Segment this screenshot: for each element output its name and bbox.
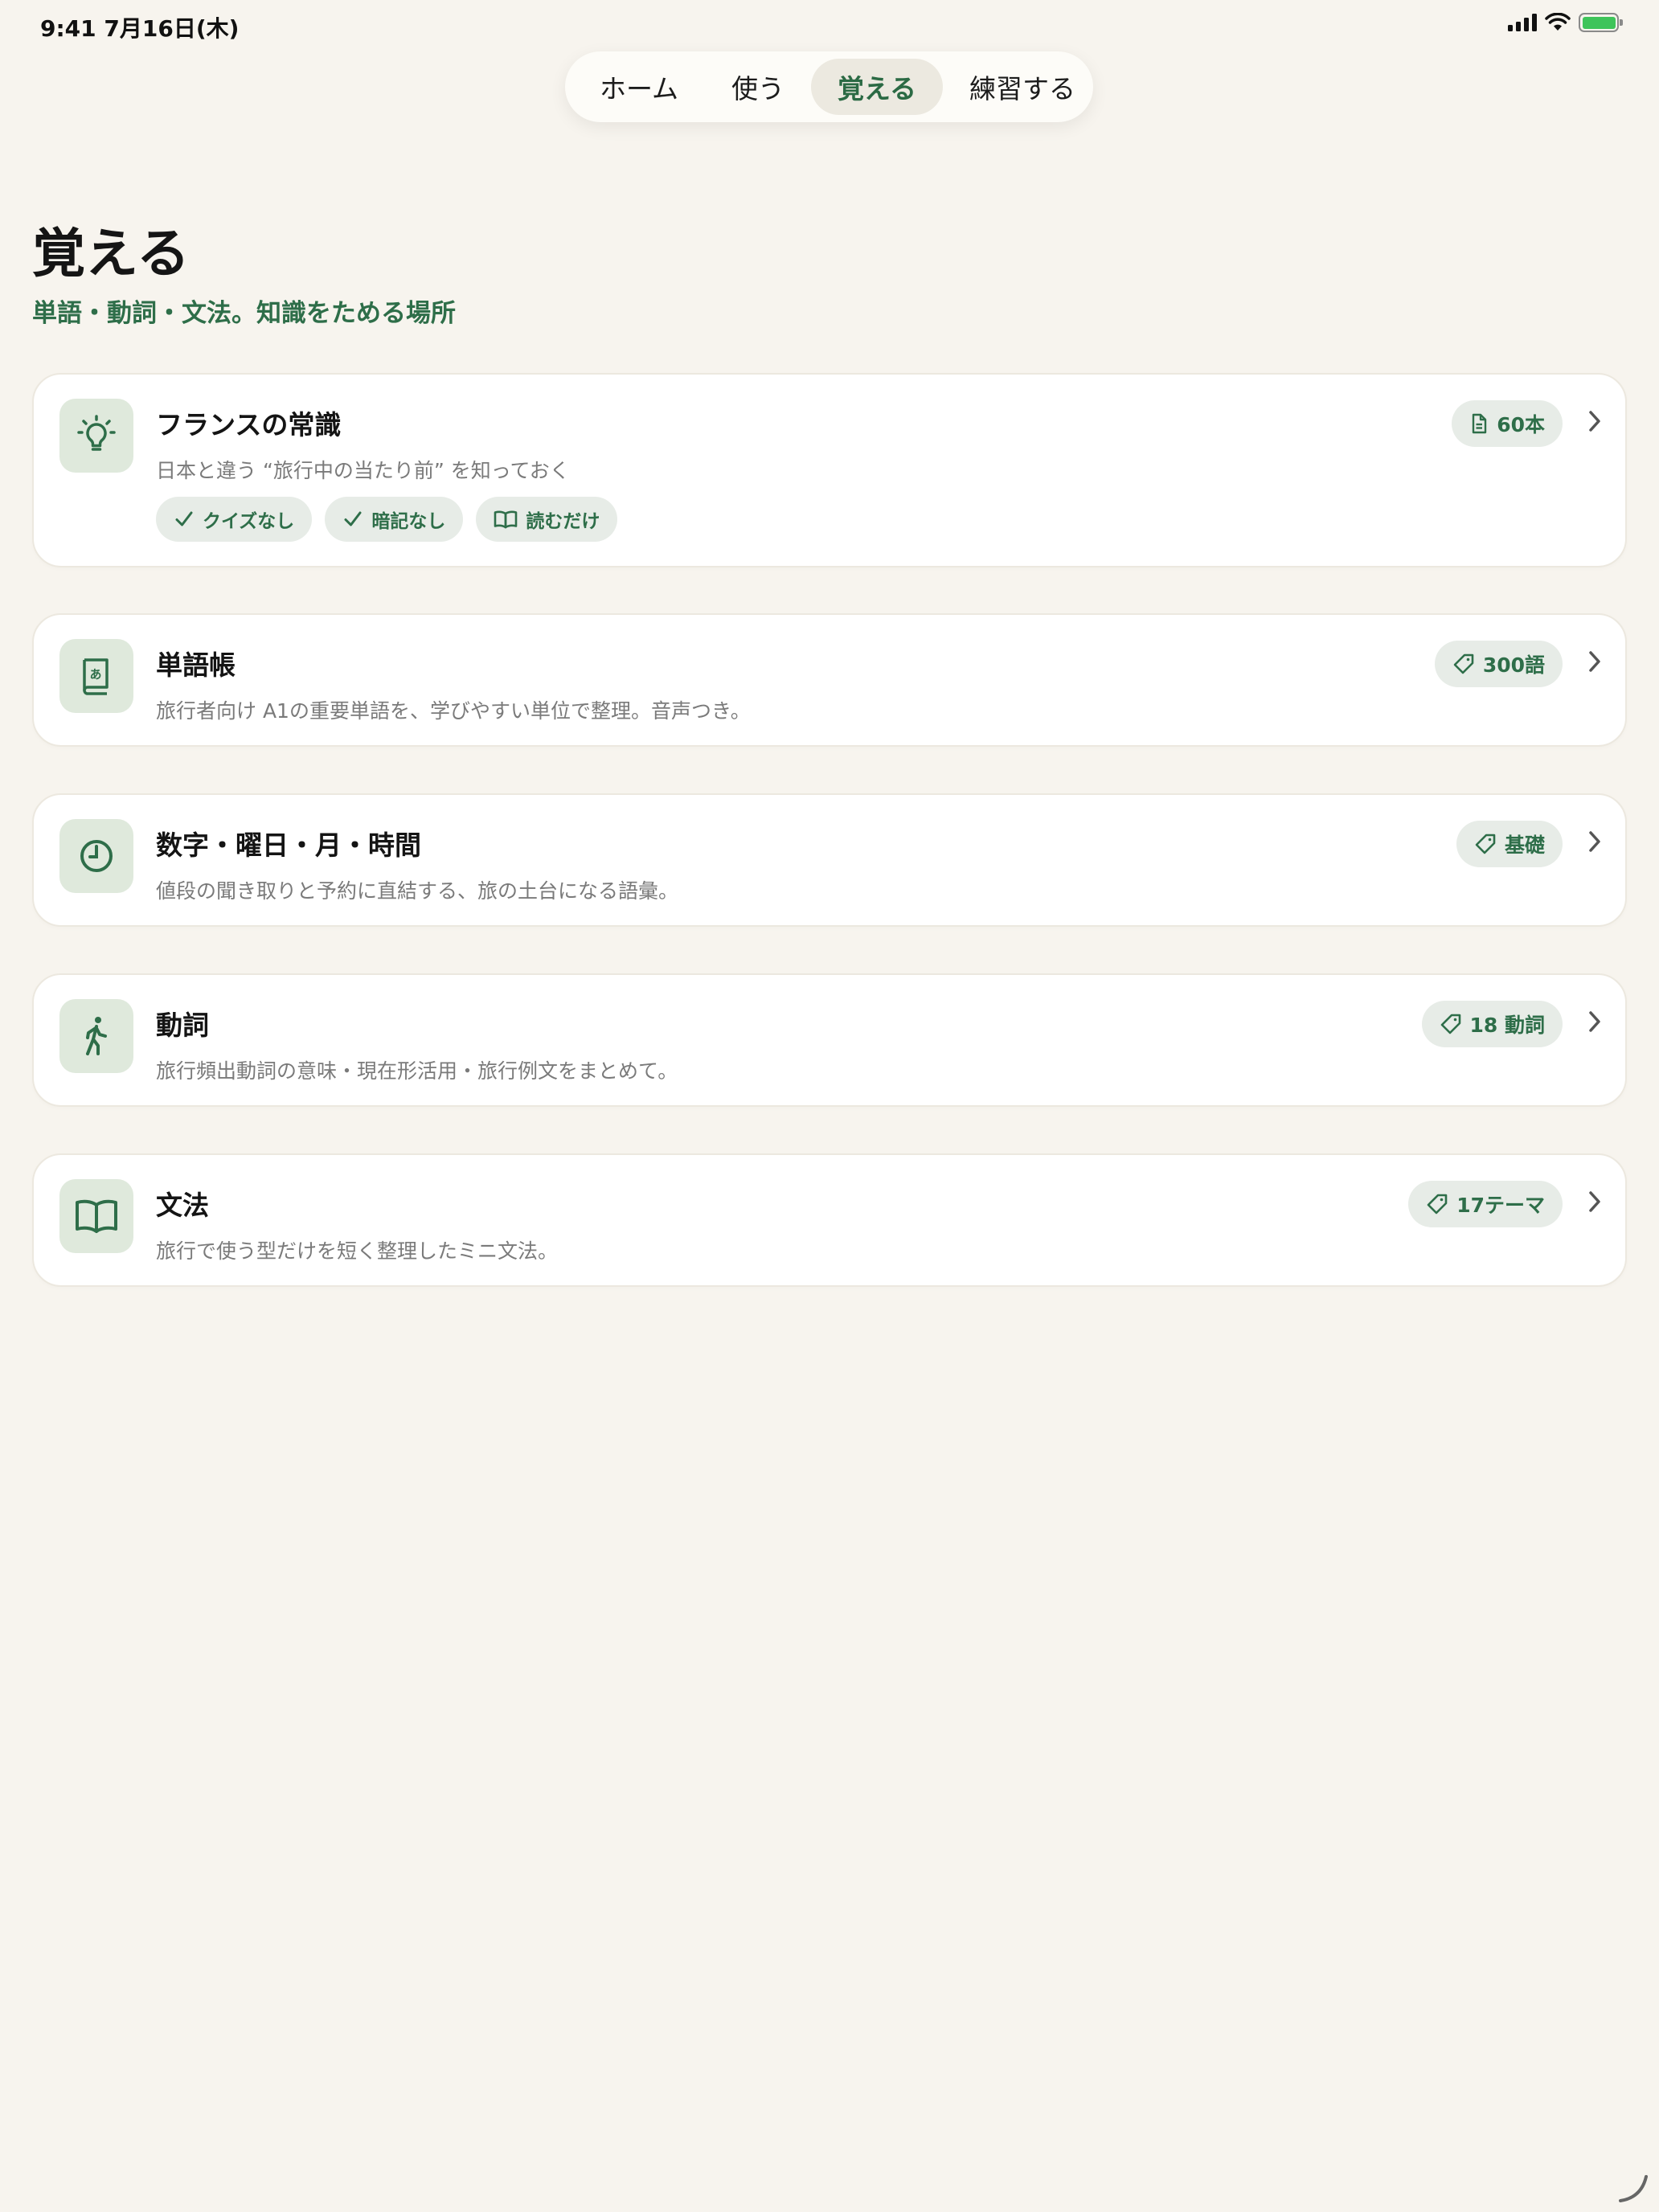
tab-practice[interactable]: 練習する <box>943 59 1102 115</box>
chevron-right-icon <box>1583 827 1606 856</box>
card-description: 旅行で使う型だけを短く整理したミニ文法。 <box>156 1239 559 1263</box>
count-badge: 60本 <box>1452 400 1563 447</box>
document-icon <box>1473 413 1487 434</box>
tag-icon <box>1453 653 1474 674</box>
badge-label: 17テーマ <box>1456 1194 1545 1217</box>
status-bar: 9:41 7月16日(木) <box>0 0 1659 51</box>
count-badge: 300語 <box>1434 641 1563 687</box>
chevron-right-icon <box>1583 407 1606 436</box>
card-numbers-time[interactable]: 数字・曜日・月・時間 値段の聞き取りと予約に直結する、旅の土台になる語彙。 基礎 <box>32 793 1627 927</box>
card-title: 単語帳 <box>156 649 236 681</box>
card-description: 値段の聞き取りと予約に直結する、旅の土台になる語彙。 <box>156 879 679 903</box>
corner-scroll-indicator <box>1617 2172 1649 2204</box>
card-description: 日本と違う “旅行中の当たり前” を知っておく <box>156 459 570 482</box>
card-description: 旅行者向け A1の重要単語を、学びやすい単位で整理。音声つき。 <box>156 699 751 723</box>
card-french-common-sense[interactable]: フランスの常識 日本と違う “旅行中の当たり前” を知っておく 60本 クイズな… <box>32 373 1627 567</box>
feature-chips: クイズなし 暗記なし 読むだけ <box>156 497 618 542</box>
chevron-right-icon <box>1583 1007 1606 1036</box>
count-badge: 17テーマ <box>1408 1181 1563 1227</box>
book-open-icon <box>494 510 518 529</box>
card-grammar[interactable]: 文法 旅行で使う型だけを短く整理したミニ文法。 17テーマ <box>32 1153 1627 1287</box>
page-subtitle: 単語・動詞・文法。知識をためる場所 <box>32 299 456 328</box>
page-title: 覚える <box>32 223 190 285</box>
card-title: 動詞 <box>156 1010 209 1041</box>
badge-label: 300語 <box>1482 653 1545 677</box>
cellular-signal-icon <box>1508 14 1537 31</box>
wifi-icon <box>1545 13 1571 31</box>
card-title: 数字・曜日・月・時間 <box>156 830 421 861</box>
top-tab-bar: ホーム 使う 覚える 練習する <box>565 51 1093 122</box>
card-title: 文法 <box>156 1190 209 1221</box>
tag-icon <box>1427 1194 1448 1215</box>
vocabulary-book-icon: あ <box>59 639 133 713</box>
clock-icon <box>59 819 133 893</box>
tab-learn[interactable]: 覚える <box>811 59 944 115</box>
chip-label: 暗記なし <box>371 511 446 532</box>
badge-label: 基礎 <box>1504 834 1545 857</box>
walking-person-icon <box>59 999 133 1073</box>
card-title: フランスの常識 <box>156 409 342 440</box>
badge-label: 60本 <box>1497 413 1545 436</box>
book-open-icon <box>59 1179 133 1253</box>
tag-icon <box>1440 1014 1460 1034</box>
card-description: 旅行頻出動詞の意味・現在形活用・旅行例文をまとめて。 <box>156 1059 678 1083</box>
chevron-right-icon <box>1583 647 1606 676</box>
checkmark-icon <box>175 511 193 526</box>
count-badge: 基礎 <box>1456 821 1563 867</box>
card-vocabulary[interactable]: あ 単語帳 旅行者向け A1の重要単語を、学びやすい単位で整理。音声つき。 30… <box>32 613 1627 747</box>
chip-no-memorize: 暗記なし <box>325 497 464 542</box>
chip-label: クイズなし <box>203 511 295 532</box>
tab-use[interactable]: 使う <box>705 59 811 115</box>
card-verbs[interactable]: 動詞 旅行頻出動詞の意味・現在形活用・旅行例文をまとめて。 18 動詞 <box>32 973 1627 1107</box>
chip-label: 読むだけ <box>526 511 600 532</box>
badge-label: 18 動詞 <box>1469 1014 1546 1037</box>
chevron-right-icon <box>1583 1187 1606 1216</box>
svg-text:あ: あ <box>89 667 101 682</box>
checkmark-icon <box>344 511 362 526</box>
lightbulb-icon <box>59 399 133 473</box>
status-icons <box>1508 13 1623 32</box>
tag-icon <box>1475 834 1496 854</box>
chip-no-quiz: クイズなし <box>156 497 313 542</box>
chip-read-only: 読むだけ <box>476 497 618 542</box>
status-time: 9:41 7月16日(木) <box>40 15 240 42</box>
battery-charging-icon <box>1579 13 1623 32</box>
tab-home[interactable]: ホーム <box>573 59 705 115</box>
count-badge: 18 動詞 <box>1421 1001 1563 1047</box>
